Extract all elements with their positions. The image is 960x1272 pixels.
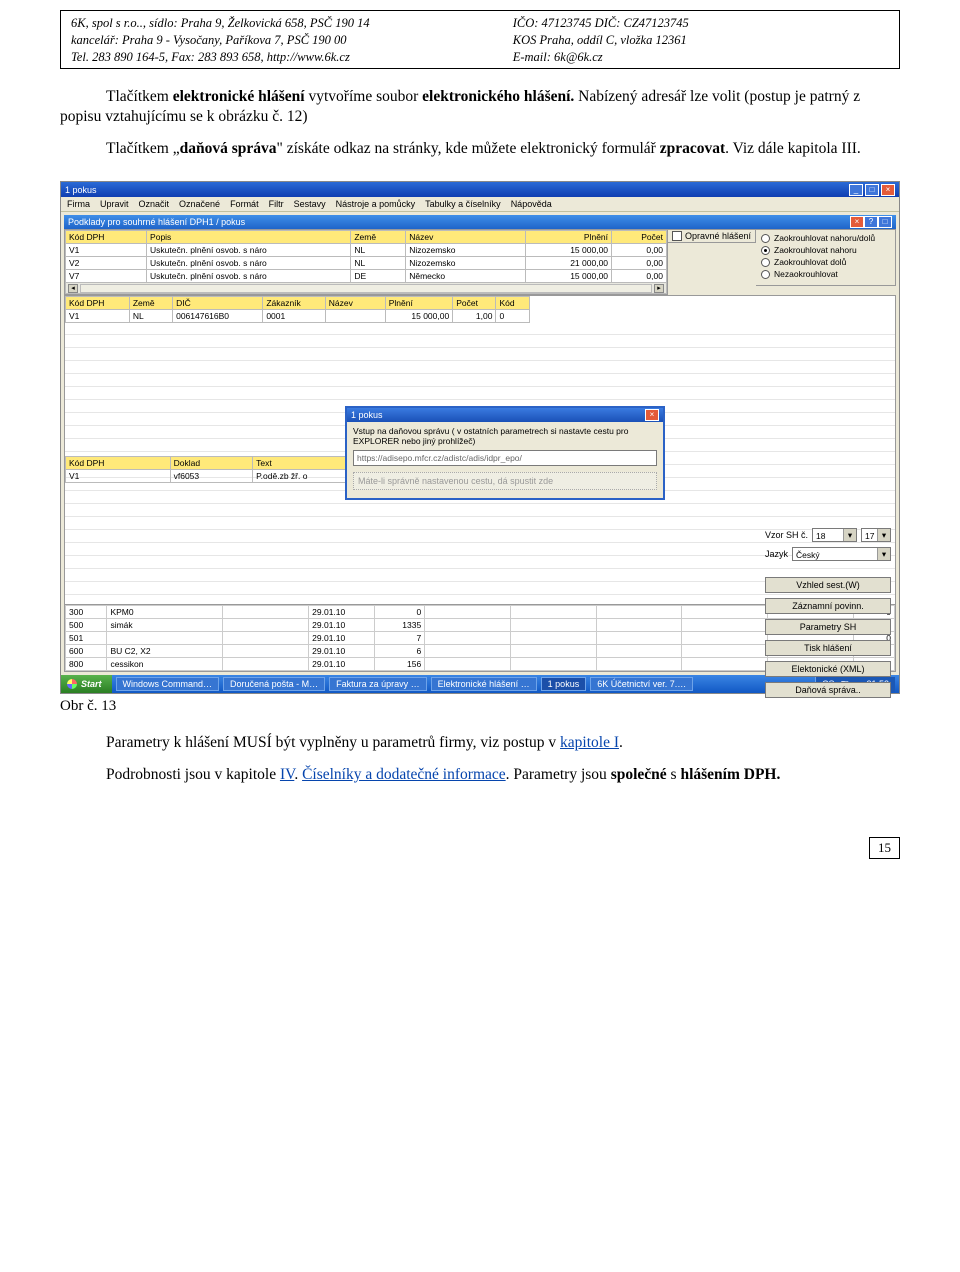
radio-nahoru[interactable] [761,246,770,255]
col-pocet[interactable]: Počet [612,231,667,244]
menu-oznacene[interactable]: Označené [179,199,220,209]
link-ciselniky[interactable]: Číselníky a dodatečné informace [302,766,506,783]
menu-oznacit[interactable]: Označit [139,199,170,209]
dialog-hint[interactable]: Máte-li správně nastavenou cestu, dá spu… [353,472,657,490]
vzor-combo-2[interactable]: 17 [861,528,891,542]
detail-table[interactable]: Kód DPH Země DIČ Zákazník Název Plnění P… [65,296,530,323]
task-item[interactable]: 6K Účetnictví ver. 7.… [590,677,693,691]
btn-param[interactable]: Parametry SH [765,619,891,635]
page-number: 15 [869,837,900,859]
paragraph-4: Podrobnosti jsou v kapitole IV. Číselník… [60,765,900,785]
dialog-close-icon[interactable]: × [645,409,659,421]
header-l1: 6K, spol s r.o.., sídlo: Praha 9, Želkov… [71,15,496,32]
paragraph-1: Tlačítkem elektronické hlášení vytvoříme… [60,87,900,127]
col-plneni[interactable]: Plnění [526,231,612,244]
menu-napoveda[interactable]: Nápověda [511,199,552,209]
summary-table[interactable]: Kód DPH Popis Země Název Plnění Počet V1… [65,230,667,283]
child-title: Podklady pro souhrné hlášení DPH1 / poku… [68,217,245,227]
col-popis[interactable]: Popis [147,231,351,244]
windows-logo-icon [67,679,77,689]
dialog-prompt: Vstup na daňovou správu ( v ostatních pa… [353,426,657,446]
btn-dan[interactable]: Daňová správa.. [765,682,891,698]
table-row[interactable]: V2Uskutečn. plnění osvob. s nároNLNizoze… [66,257,667,270]
child-max-icon[interactable]: □ [878,216,892,228]
header-r3: E-mail: 6k@6k.cz [513,49,889,66]
sheet-area: Kód DPH Země DIČ Zákazník Název Plnění P… [64,295,896,605]
checkbox-icon[interactable] [672,231,682,241]
task-item[interactable]: Elektronické hlášení … [431,677,537,691]
rounding-panel: Zaokrouhlovat nahoru/dolů Zaokrouhlovat … [756,229,896,286]
task-item[interactable]: Windows Command… [116,677,220,691]
col-kod[interactable]: Kód DPH [66,457,171,470]
letterhead: 6K, spol s r.o.., sídlo: Praha 9, Želkov… [60,10,900,69]
menu-format[interactable]: Formát [230,199,259,209]
menu-firma[interactable]: Firma [67,199,90,209]
app-title: 1 pokus [65,185,97,195]
header-l3: Tel. 283 890 164-5, Fax: 283 893 658, ht… [71,49,496,66]
start-button[interactable]: Start [61,675,112,693]
header-r2: KOS Praha, oddíl C, vložka 12361 [513,32,889,49]
col-kod[interactable]: Kód DPH [66,297,130,310]
menu-filtr[interactable]: Filtr [269,199,284,209]
scroll-track[interactable] [80,284,652,293]
table-row[interactable]: V7Uskutečn. plnění osvob. s nároDENěmeck… [66,270,667,283]
minimize-icon[interactable]: _ [849,184,863,196]
scroll-left-icon[interactable]: ◂ [68,284,78,293]
app-titlebar[interactable]: 1 pokus _ □ × [61,182,899,197]
btn-xml[interactable]: Elektonické (XML) [765,661,891,677]
radio-dolu[interactable] [761,258,770,267]
menu-bar: Firma Upravit Označit Označené Formát Fi… [61,197,899,212]
paragraph-3: Parametry k hlášení MUSÍ být vyplněny u … [60,733,900,753]
dialog-title: 1 pokus [351,410,383,420]
menu-tabulky[interactable]: Tabulky a číselníky [425,199,501,209]
h-scrollbar[interactable]: ◂ ▸ [65,283,667,294]
menu-sestavy[interactable]: Sestavy [294,199,326,209]
opravne-hlaseni-checkbox[interactable]: Opravné hlášení [668,229,756,243]
child-window-titlebar[interactable]: Podklady pro souhrné hlášení DPH1 / poku… [64,215,896,229]
btn-vzhled[interactable]: Vzhled sest.(W) [765,577,891,593]
task-item[interactable]: Faktura za úpravy … [329,677,427,691]
table-row[interactable]: V1 NL 006147616B0 0001 15 000,00 1,00 0 [66,310,530,323]
vzor-label: Vzor SH č. [765,530,808,540]
url-input[interactable]: https://adisepo.mfcr.cz/adistc/adis/idpr… [353,450,657,466]
maximize-icon[interactable]: □ [865,184,879,196]
paragraph-2: Tlačítkem „daňová správa" získáte odkaz … [60,139,900,159]
task-item[interactable]: Doručená pošta - M… [223,677,325,691]
child-close-icon[interactable]: × [850,216,864,228]
jazyk-combo[interactable]: Český [792,547,891,561]
close-icon[interactable]: × [881,184,895,196]
col-kod[interactable]: Kód DPH [66,231,147,244]
jazyk-label: Jazyk [765,549,788,559]
col-plneni[interactable]: Plnění [385,297,452,310]
col-zeme[interactable]: Země [129,297,172,310]
danova-sprava-dialog[interactable]: 1 pokus × Vstup na daňovou správu ( v os… [345,406,665,500]
col-zeme[interactable]: Země [351,231,406,244]
btn-tisk[interactable]: Tisk hlášení [765,640,891,656]
link-kapitola-i[interactable]: kapitole I [560,734,619,751]
radio-ne[interactable] [761,270,770,279]
col-doklad[interactable]: Doklad [170,457,253,470]
side-controls: Vzor SH č. 18 17 Jazyk Český Vzhled sest… [765,528,891,698]
menu-nastroje[interactable]: Nástroje a pomůcky [336,199,416,209]
col-nazev[interactable]: Název [325,297,385,310]
col-kod2[interactable]: Kód [496,297,529,310]
child-help-icon[interactable]: ? [864,216,878,228]
header-l2: kancelář: Praha 9 - Vysočany, Paříkova 7… [71,32,496,49]
link-kapitola-iv[interactable]: IV [280,766,294,783]
col-dic[interactable]: DIČ [173,297,263,310]
col-pocet[interactable]: Počet [453,297,496,310]
col-zakaznik[interactable]: Zákazník [263,297,325,310]
btn-zaznam[interactable]: Záznamní povinn. [765,598,891,614]
table-row[interactable]: V1Uskutečn. plnění osvob. s nároNLNizoze… [66,244,667,257]
vzor-combo-1[interactable]: 18 [812,528,857,542]
figure-caption: Obr č. 13 [60,698,900,715]
radio-updn[interactable] [761,234,770,243]
menu-upravit[interactable]: Upravit [100,199,129,209]
scroll-right-icon[interactable]: ▸ [654,284,664,293]
task-item-active[interactable]: 1 pokus [541,677,587,691]
screenshot-window: 1 pokus _ □ × Firma Upravit Označit Ozna… [60,181,900,694]
header-r1: IČO: 47123745 DIČ: CZ47123745 [513,15,889,32]
col-nazev[interactable]: Název [406,231,526,244]
